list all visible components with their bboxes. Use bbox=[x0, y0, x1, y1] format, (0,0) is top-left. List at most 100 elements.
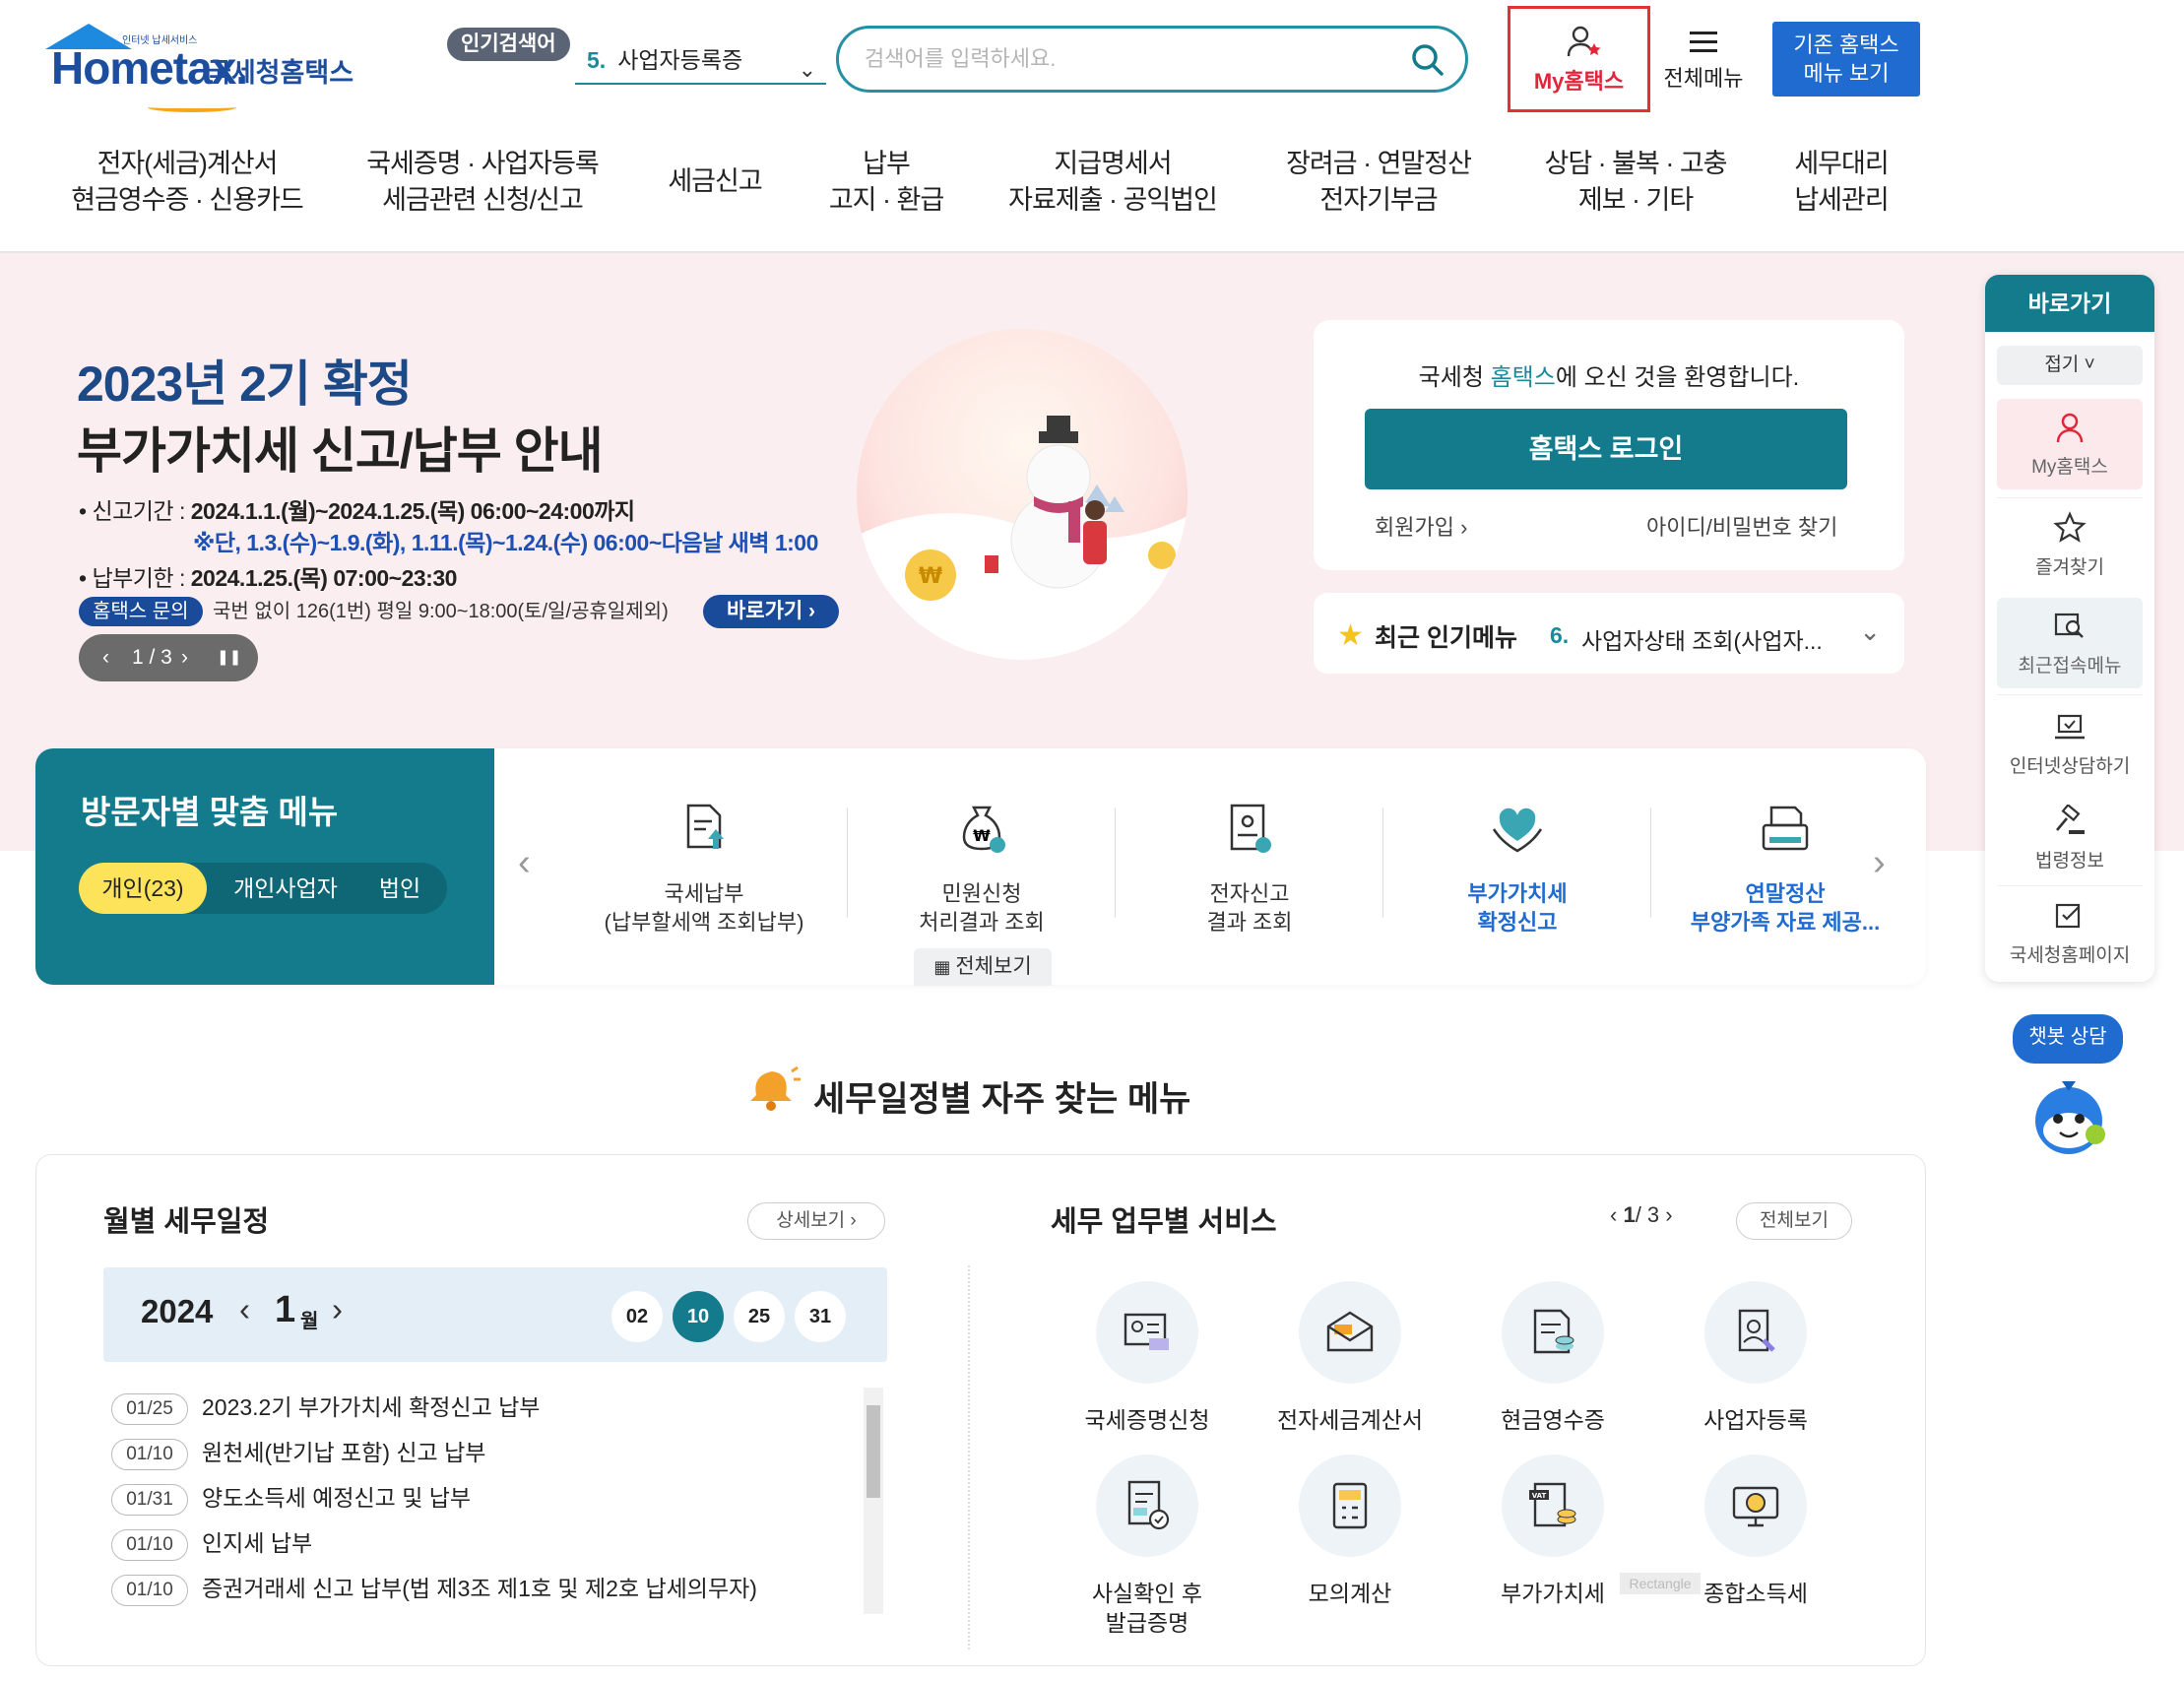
welcome-post: 에 오신 것을 환영합니다. bbox=[1555, 364, 1800, 391]
nav-label: 지급명세서 bbox=[1054, 149, 1172, 178]
hero-goto-button[interactable]: 바로가기 › bbox=[703, 595, 839, 628]
divider bbox=[1997, 885, 2143, 886]
quick-item-label: 민원신청 bbox=[941, 881, 1022, 906]
quick-fold-button[interactable]: 접기 ˅ bbox=[1997, 346, 2143, 385]
quick-label: 최근접속메뉴 bbox=[2018, 656, 2122, 677]
chevron-left-icon[interactable]: ‹ bbox=[1610, 1202, 1623, 1227]
join-link[interactable]: 회원가입 › bbox=[1375, 510, 1467, 542]
scrollbar-thumb[interactable] bbox=[867, 1405, 880, 1498]
quick-favorites[interactable]: 즐겨찾기 bbox=[1997, 499, 2143, 590]
schedule-item[interactable]: 01/31 양도소득세 예정신고 및 납부 bbox=[111, 1478, 471, 1518]
visitor-prev-button[interactable]: ‹ bbox=[518, 842, 531, 884]
nav-item-payment[interactable]: 납부 고지 · 환급 bbox=[807, 146, 965, 221]
service-mock-calculation[interactable]: 모의계산 bbox=[1252, 1455, 1448, 1622]
service-income-tax[interactable]: 종합소득세 bbox=[1657, 1455, 1854, 1622]
visitor-view-all-button[interactable]: ▦ 전체보기 bbox=[914, 948, 1052, 986]
services-view-all-button[interactable]: 전체보기 bbox=[1736, 1202, 1852, 1240]
hero-label: • 신고기간 : bbox=[79, 498, 191, 524]
tab-corporation[interactable]: 법인 bbox=[360, 863, 439, 914]
all-menu-button[interactable]: 전체메뉴 bbox=[1656, 22, 1751, 104]
service-icon-bg: VAT bbox=[1502, 1455, 1604, 1557]
nav-item-tax-filing[interactable]: 세금신고 bbox=[650, 146, 780, 221]
my-hometax-button[interactable]: My홈택스 bbox=[1508, 6, 1650, 112]
quick-item-tax-payment[interactable]: 국세납부 (납부할세액 조회납부) bbox=[571, 778, 837, 955]
quick-item-e-filing[interactable]: 전자신고 결과 조회 bbox=[1117, 778, 1382, 955]
quick-law-info[interactable]: 법령정보 bbox=[1997, 793, 2143, 883]
calendar-bar: 2024 ‹ 1 월 › 02 10 25 31 bbox=[103, 1267, 887, 1362]
schedule-detail-button[interactable]: 상세보기 › bbox=[747, 1202, 885, 1240]
hero-label: • 납부기한 : bbox=[79, 565, 191, 591]
quick-recent-menu[interactable]: 최근접속메뉴 bbox=[1997, 598, 2143, 688]
pause-icon[interactable]: ❚❚ bbox=[217, 634, 241, 681]
schedule-text: 2023.2기 부가가치세 확정신고 납부 bbox=[202, 1394, 541, 1420]
recent-search-icon bbox=[2054, 613, 2084, 638]
rectangle-overlay-label: Rectangle bbox=[1620, 1573, 1701, 1594]
login-button[interactable]: 홈택스 로그인 bbox=[1365, 409, 1847, 489]
quick-nts-homepage[interactable]: 국세청홈페이지 bbox=[1997, 887, 2143, 978]
schedule-item[interactable]: 01/10 원천세(반기납 포함) 신고 납부 bbox=[111, 1433, 485, 1472]
chevron-right-icon[interactable]: › bbox=[1665, 1202, 1672, 1227]
scrollbar[interactable] bbox=[864, 1388, 883, 1614]
chevron-left-icon[interactable]: ‹ bbox=[239, 1291, 250, 1328]
service-e-tax-invoice[interactable]: 전자세금계산서 bbox=[1252, 1281, 1448, 1449]
service-icon-bg bbox=[1096, 1455, 1198, 1557]
quick-online-consult[interactable]: 인터넷상담하기 bbox=[1997, 698, 2143, 789]
quick-link-title: 바로가기 bbox=[1985, 275, 2154, 332]
hometax-inquiry-text: 국번 없이 126(1번) 평일 9:00~18:00(토/일/공휴일제외) bbox=[213, 601, 669, 622]
quick-my-hometax[interactable]: My홈택스 bbox=[1997, 399, 2143, 489]
day-button[interactable]: 02 bbox=[611, 1291, 663, 1342]
service-icon-bg bbox=[1704, 1455, 1807, 1557]
services-title: 세무 업무별 서비스 bbox=[1051, 1206, 1277, 1238]
hometax-logo[interactable]: 인터넷 납세서비스 Hometax. 국세청홈택스 bbox=[37, 22, 362, 112]
service-vat[interactable]: VAT 부가가치세 bbox=[1454, 1455, 1651, 1622]
old-menu-button[interactable]: 기존 홈택스 메뉴 보기 bbox=[1772, 22, 1920, 97]
service-cash-receipt[interactable]: 현금영수증 bbox=[1454, 1281, 1651, 1449]
svg-text:₩: ₩ bbox=[973, 826, 991, 845]
tab-individual[interactable]: 개인(23) bbox=[79, 863, 207, 914]
chevron-right-icon[interactable]: › bbox=[332, 1291, 343, 1328]
divider bbox=[968, 1265, 970, 1649]
nav-item-agent[interactable]: 세무대리 납세관리 bbox=[1772, 146, 1910, 221]
nav-label: 전자기부금 bbox=[1319, 185, 1438, 215]
quick-item-sublabel: 결과 조회 bbox=[1206, 910, 1293, 935]
day-button-selected[interactable]: 10 bbox=[673, 1291, 724, 1342]
calendar-year: 2024 bbox=[141, 1293, 214, 1329]
nav-item-statement[interactable]: 지급명세서 자료제출 · 공익법인 bbox=[995, 146, 1231, 221]
day-button[interactable]: 31 bbox=[795, 1291, 846, 1342]
divider bbox=[1650, 808, 1651, 918]
calendar-month-unit: 월 bbox=[300, 1311, 319, 1332]
find-id-password-link[interactable]: 아이디/비밀번호 찾기 bbox=[1646, 510, 1837, 542]
chevron-down-icon[interactable]: ⌄ bbox=[1859, 616, 1881, 647]
hero-next-button[interactable]: › bbox=[181, 634, 188, 681]
nav-item-certificate[interactable]: 국세증명 · 사업자등록 세금관련 신청/신고 bbox=[354, 146, 610, 221]
popular-search-term: 사업자등록증 bbox=[617, 47, 743, 73]
hero-prev-button[interactable]: ‹ bbox=[102, 634, 109, 681]
search-icon[interactable] bbox=[1410, 42, 1445, 78]
service-business-registration[interactable]: 사업자등록 bbox=[1657, 1281, 1854, 1449]
chatbot-label[interactable]: 챗봇 상담 bbox=[2013, 1014, 2123, 1064]
service-certificate[interactable]: 국세증명신청 bbox=[1049, 1281, 1246, 1449]
recent-popular-menu[interactable]: ★ 최근 인기메뉴 6. 사업자상태 조회(사업자... ⌄ bbox=[1314, 593, 1904, 674]
chatbot-mascot-icon[interactable] bbox=[2024, 1073, 2113, 1162]
visitor-tabs: 개인(23) 개인사업자 법인 bbox=[79, 863, 447, 914]
bell-icon bbox=[750, 1066, 801, 1111]
nav-label: 세무대리 bbox=[1794, 149, 1889, 178]
quick-item-civil-request[interactable]: ₩ 민원신청 처리결과 조회 bbox=[849, 778, 1115, 955]
nav-item-tax-invoice[interactable]: 전자(세금)계산서 현금영수증 · 신용카드 bbox=[59, 146, 315, 221]
gavel-icon bbox=[2056, 805, 2085, 834]
nav-item-consult[interactable]: 상담 · 불복 · 고충 제보 · 기타 bbox=[1522, 146, 1749, 221]
service-fact-verification[interactable]: 사실확인 후 발급증명 bbox=[1049, 1455, 1246, 1636]
hero-subtitle: 부가가치세 신고/납부 안내 bbox=[77, 423, 604, 479]
quick-item-year-end[interactable]: 연말정산 부양가족 자료 제공... bbox=[1652, 778, 1918, 955]
hero-value: 2024.1.25.(목) 07:00~23:30 bbox=[190, 565, 458, 591]
day-button[interactable]: 25 bbox=[734, 1291, 785, 1342]
schedule-item[interactable]: 01/10 인지세 납부 bbox=[111, 1523, 312, 1563]
tab-sole-proprietor[interactable]: 개인사업자 bbox=[217, 863, 354, 914]
popular-search-select[interactable]: 5. 사업자등록증 ⌄ bbox=[575, 39, 826, 85]
quick-item-vat[interactable]: 부가가치세 확정신고 bbox=[1384, 778, 1650, 955]
schedule-item[interactable]: 01/10 증권거래세 신고 납부(법 제3조 제1호 및 제2호 납세의무자) bbox=[111, 1569, 757, 1608]
search-input[interactable] bbox=[865, 42, 1396, 76]
schedule-item[interactable]: 01/25 2023.2기 부가가치세 확정신고 납부 bbox=[111, 1388, 540, 1427]
nav-item-incentive[interactable]: 장려금 · 연말정산 전자기부금 bbox=[1270, 146, 1487, 221]
hero-value: 2024.1.1.(월)~2024.1.25.(목) 06:00~24:00까지 bbox=[190, 498, 635, 524]
